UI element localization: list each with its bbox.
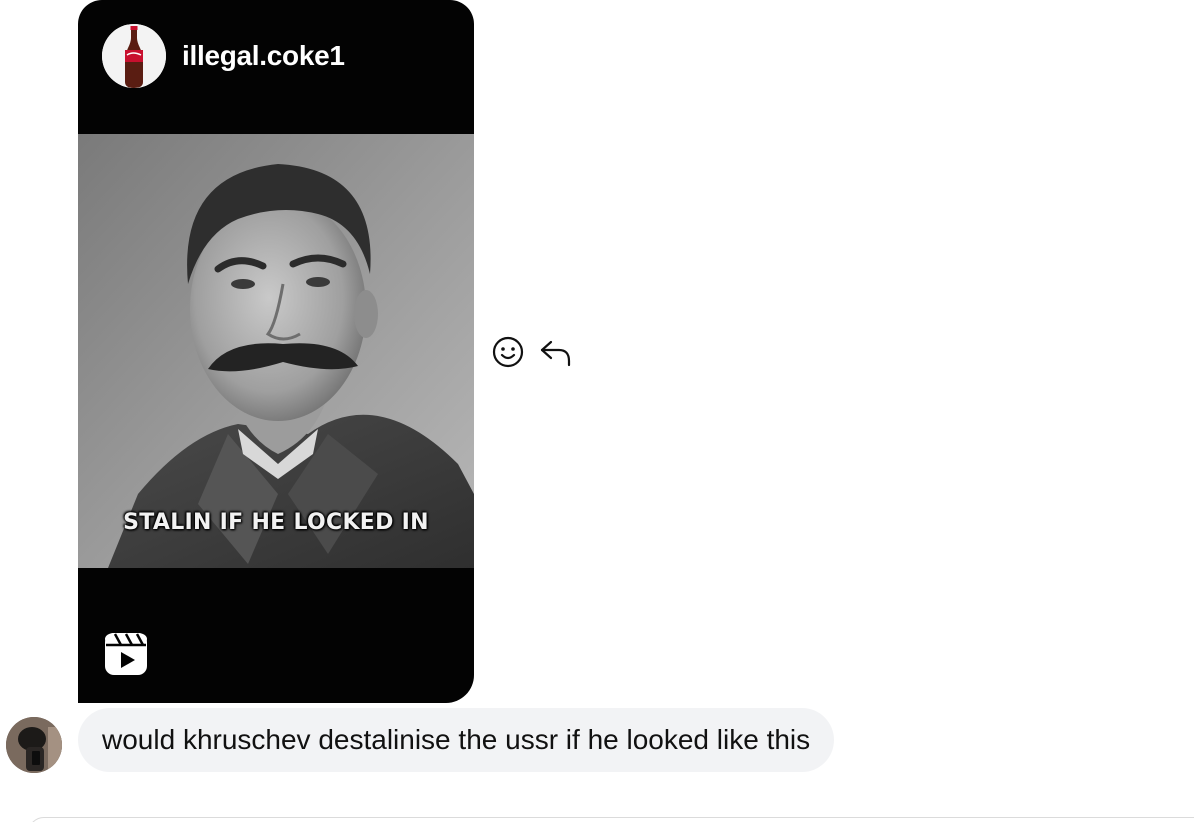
reply-arrow-icon[interactable] [539,335,573,369]
reel-thumbnail[interactable]: STALIN IF HE LOCKED IN [78,134,474,568]
portrait-image [78,134,474,568]
reel-header: illegal.coke1 [78,0,474,134]
smiley-icon[interactable] [491,335,525,369]
sender-avatar[interactable] [6,717,62,773]
shared-reel-card[interactable]: illegal.coke1 STALIN IF HE LOCKED IN [78,0,474,703]
message-composer[interactable] [28,817,1194,822]
reels-icon [104,632,148,676]
conversation-view: illegal.coke1 STALIN IF HE LOCKED IN wou… [0,0,1194,822]
author-avatar[interactable] [102,24,166,88]
message-text: would khruschev destalinise the ussr if … [102,724,811,755]
reel-caption-overlay: STALIN IF HE LOCKED IN [123,510,429,535]
text-message-bubble[interactable]: would khruschev destalinise the ussr if … [78,708,835,772]
author-username[interactable]: illegal.coke1 [182,40,345,72]
coca-cola-bottle-icon [102,24,166,88]
